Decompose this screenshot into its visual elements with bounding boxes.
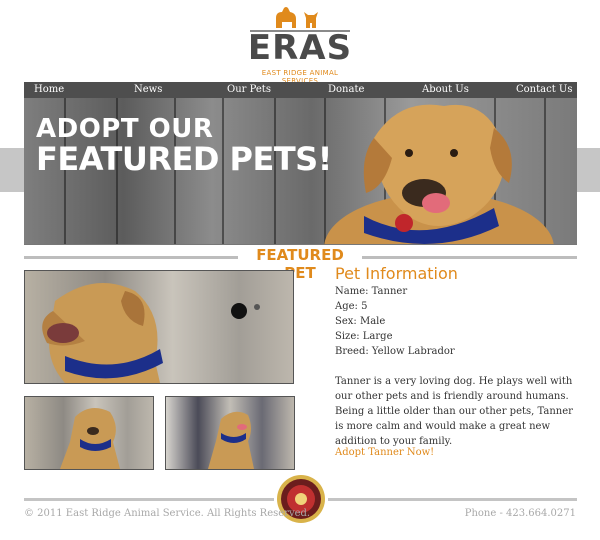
pet-description: Tanner is a very loving dog. He plays we…: [335, 376, 573, 447]
pet-age: Age: 5: [335, 301, 368, 312]
nav-news[interactable]: News: [134, 82, 162, 98]
featured-rule-left: [24, 256, 238, 259]
eras-logo[interactable]: ERAS EAST RIDGE ANIMAL SERVICES: [246, 4, 354, 85]
footer-rule-right: [328, 498, 577, 501]
hero-banner: ADOPT OUR FEATURED PETS!: [24, 98, 577, 245]
footer-rule-left: [24, 498, 274, 501]
nav-contact-us[interactable]: Contact Us: [516, 82, 572, 98]
dog-photo: [324, 104, 554, 244]
pet-sex: Sex: Male: [335, 316, 386, 327]
hero-title-line2: FEATURED PETS!: [36, 140, 332, 178]
main-nav: Home News Our Pets Donate About Us Conta…: [24, 82, 577, 98]
pet-info-title: Pet Information: [335, 264, 458, 283]
pet-breed: Breed: Yellow Labrador: [335, 346, 455, 357]
pet-thumbnail-2[interactable]: [165, 396, 295, 470]
pet-size: Size: Large: [335, 331, 393, 342]
adopt-now-link[interactable]: Adopt Tanner Now!: [335, 447, 434, 458]
nav-about-us[interactable]: About Us: [422, 82, 469, 98]
left-band: [0, 148, 24, 192]
right-band: [577, 148, 600, 192]
pets-logo-icon: [276, 7, 318, 28]
main-pet-photo[interactable]: [24, 270, 294, 384]
pet-thumbnail-1[interactable]: [24, 396, 154, 470]
copyright-text: © 2011 East Ridge Animal Service. All Ri…: [24, 508, 311, 519]
featured-rule-right: [362, 256, 577, 259]
logo-wordmark: ERAS: [247, 28, 353, 68]
phone-number: Phone - 423.664.0271: [464, 508, 576, 519]
pet-name: Name: Tanner: [335, 286, 408, 297]
nav-donate[interactable]: Donate: [328, 82, 364, 98]
nav-home[interactable]: Home: [34, 82, 64, 98]
nav-our-pets[interactable]: Our Pets: [227, 82, 271, 98]
